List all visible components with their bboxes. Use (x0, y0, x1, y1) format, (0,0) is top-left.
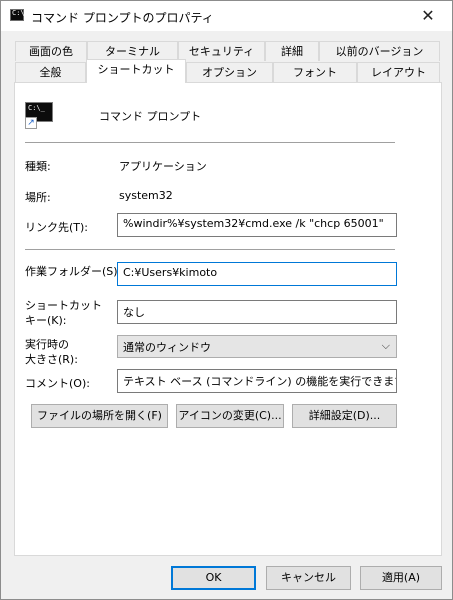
run-size-value: 通常のウィンドウ (123, 341, 211, 354)
advanced-button[interactable]: 詳細設定(D)... (292, 404, 397, 428)
tab-details[interactable]: 詳細 (265, 41, 319, 61)
change-icon-button[interactable]: アイコンの変更(C)... (176, 404, 284, 428)
tab-options[interactable]: オプション (186, 62, 273, 82)
workdir-label: 作業フォルダー(S): (25, 265, 122, 278)
divider (25, 249, 395, 250)
tab-font[interactable]: フォント (273, 62, 357, 82)
tab-terminal[interactable]: ターミナル (87, 41, 178, 61)
divider (25, 142, 395, 143)
open-file-location-button[interactable]: ファイルの場所を開く(F) (31, 404, 168, 428)
run-size-select[interactable]: 通常のウィンドウ ⌵ (117, 335, 397, 358)
chevron-down-icon: ⌵ (381, 339, 390, 352)
title-bar[interactable]: C:\ コマンド プロンプトのプロパティ ✕ (1, 1, 452, 31)
target-label: リンク先(T): (25, 221, 89, 234)
shortcut-app-icon: C:\_ ↗ (25, 102, 53, 129)
target-input[interactable]: %windir%¥system32¥cmd.exe /k "chcp 65001… (117, 213, 397, 237)
shortcut-name: コマンド プロンプト (99, 110, 202, 123)
tab-shortcut[interactable]: ショートカット (86, 59, 186, 83)
window-title: コマンド プロンプトのプロパティ (31, 11, 214, 25)
tab-colors[interactable]: 画面の色 (15, 41, 87, 61)
comment-input[interactable]: テキスト ベース (コマンドライン) の機能を実行できます。 (117, 369, 397, 393)
close-button[interactable]: ✕ (408, 1, 448, 31)
shortcut-arrow-icon: ↗ (25, 117, 37, 129)
apply-button[interactable]: 適用(A) (360, 566, 442, 590)
run-label-line1: 実行時の (25, 338, 69, 351)
ok-button[interactable]: OK (171, 566, 256, 590)
tab-previous-versions[interactable]: 以前のバージョン (319, 41, 440, 61)
cancel-button[interactable]: キャンセル (266, 566, 351, 590)
hotkey-input[interactable]: なし (117, 300, 397, 324)
location-value: system32 (119, 189, 173, 202)
properties-dialog: C:\ コマンド プロンプトのプロパティ ✕ 画面の色 ターミナル セキュリティ… (0, 0, 453, 600)
type-value: アプリケーション (119, 160, 207, 173)
type-label: 種類: (25, 160, 51, 173)
hotkey-label-line2: キー(K): (25, 314, 67, 327)
run-label-line2: 大きさ(R): (25, 353, 78, 366)
tab-security[interactable]: セキュリティ (178, 41, 265, 61)
tab-general[interactable]: 全般 (15, 62, 86, 82)
cmd-app-icon: C:\ (10, 9, 25, 21)
workdir-input[interactable]: C:¥Users¥kimoto (117, 262, 397, 286)
hotkey-label-line1: ショートカット (25, 299, 102, 312)
comment-label: コメント(O): (25, 377, 90, 390)
location-label: 場所: (25, 191, 51, 204)
tab-layout[interactable]: レイアウト (357, 62, 440, 82)
